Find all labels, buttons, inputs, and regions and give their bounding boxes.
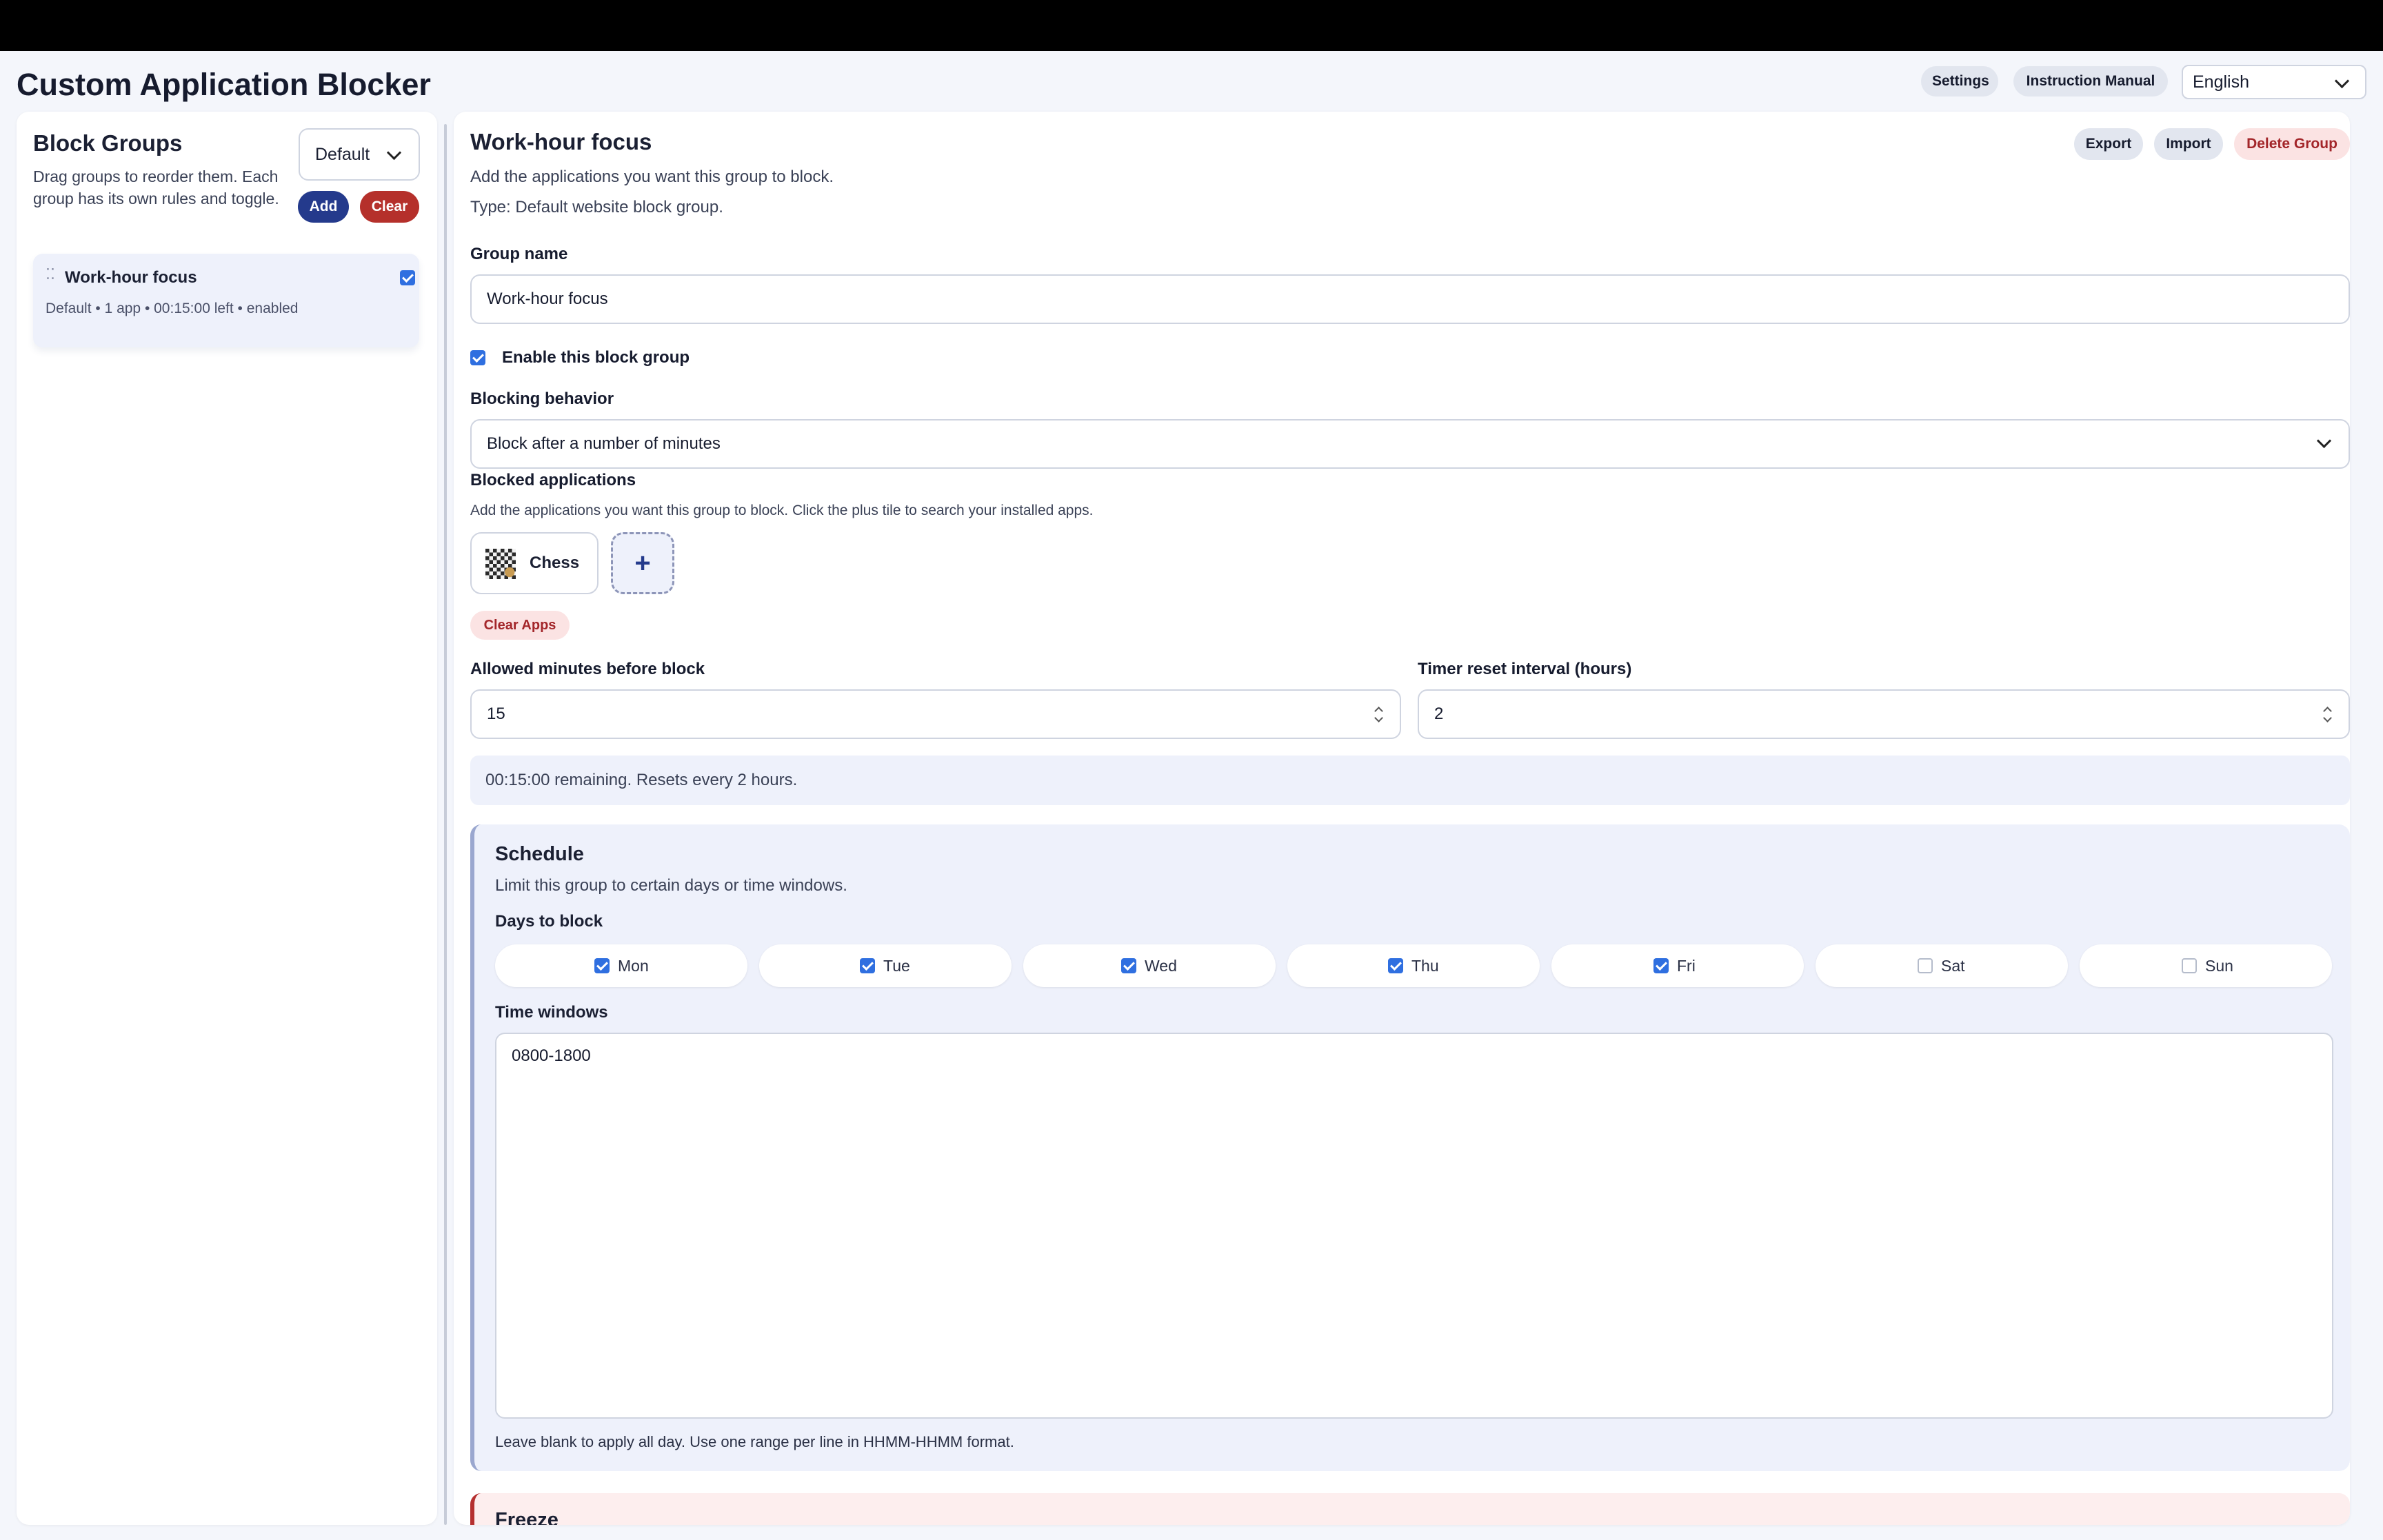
blocking-behavior-label: Blocking behavior: [470, 389, 614, 408]
clear-apps-button[interactable]: Clear Apps: [470, 611, 570, 640]
day-toggle-thu[interactable]: Thu: [1287, 944, 1540, 987]
schedule-section: Schedule Limit this group to certain day…: [470, 824, 2350, 1471]
day-label: Thu: [1411, 957, 1439, 975]
days-label: Days to block: [495, 912, 603, 931]
import-button[interactable]: Import: [2154, 128, 2223, 160]
chevron-down-icon: [386, 145, 402, 161]
day-checkbox[interactable]: [1653, 958, 1669, 973]
time-windows-help: Leave blank to apply all day. Use one ra…: [495, 1433, 1014, 1450]
chevron-down-icon: [2334, 73, 2350, 89]
group-subtitle: Add the applications you want this group…: [470, 168, 834, 186]
number-stepper-icon[interactable]: [1374, 705, 1383, 724]
group-card[interactable]: ⁚⁚ Work-hour focus Default • 1 app • 00:…: [33, 254, 419, 347]
time-windows-value: 0800-1800: [512, 1046, 591, 1065]
group-title: Work-hour focus: [470, 129, 652, 154]
timer-status: 00:15:00 remaining. Resets every 2 hours…: [470, 756, 2350, 805]
time-windows-textarea[interactable]: 0800-1800: [495, 1033, 2333, 1419]
blocked-apps-label: Blocked applications: [470, 471, 636, 489]
group-type-select[interactable]: Default: [299, 128, 420, 181]
blocked-apps-help: Add the applications you want this group…: [470, 503, 1094, 518]
day-label: Sat: [1941, 957, 1965, 975]
instruction-manual-button[interactable]: Instruction Manual: [2013, 66, 2168, 97]
add-app-tile[interactable]: +: [611, 532, 674, 594]
allowed-minutes-value: 15: [487, 705, 505, 723]
time-windows-label: Time windows: [495, 1003, 608, 1022]
allowed-minutes-label: Allowed minutes before block: [470, 660, 705, 678]
day-label: Mon: [618, 957, 649, 975]
delete-group-button[interactable]: Delete Group: [2234, 128, 2350, 160]
export-button[interactable]: Export: [2074, 128, 2143, 160]
panel-resize-handle[interactable]: [444, 124, 447, 1525]
day-toggle-sun[interactable]: Sun: [2080, 944, 2332, 987]
block-groups-title: Block Groups: [33, 130, 183, 156]
group-type-text: Type: Default website block group.: [470, 198, 723, 216]
settings-button[interactable]: Settings: [1921, 66, 1998, 97]
chess-app-icon: [485, 549, 516, 579]
app-title: Custom Application Blocker: [17, 67, 431, 102]
day-checkbox[interactable]: [1918, 958, 1933, 973]
group-card-name: Work-hour focus: [65, 268, 197, 287]
freeze-section: Freeze: [470, 1493, 2350, 1525]
allowed-minutes-input[interactable]: 15: [470, 689, 1401, 739]
day-checkbox[interactable]: [2182, 958, 2197, 973]
group-type-value: Default: [315, 145, 370, 164]
enable-group-label: Enable this block group: [502, 348, 690, 367]
day-toggle-fri[interactable]: Fri: [1551, 944, 1804, 987]
day-toggle-tue[interactable]: Tue: [759, 944, 1012, 987]
block-groups-description: Drag groups to reorder them. Each group …: [33, 168, 279, 207]
group-enabled-checkbox[interactable]: [400, 270, 415, 285]
day-checkbox[interactable]: [1121, 958, 1136, 973]
app-chip-chess[interactable]: Chess: [470, 532, 599, 594]
timer-status-text: 00:15:00 remaining. Resets every 2 hours…: [485, 771, 798, 789]
group-editor-panel: Work-hour focus Add the applications you…: [454, 112, 2350, 1525]
reset-interval-value: 2: [1434, 705, 1444, 723]
day-checkbox[interactable]: [1388, 958, 1403, 973]
schedule-description: Limit this group to certain days or time…: [495, 876, 847, 895]
day-checkbox[interactable]: [594, 958, 610, 973]
add-group-button[interactable]: Add: [298, 191, 349, 223]
language-value: English: [2193, 72, 2249, 92]
reset-interval-label: Timer reset interval (hours): [1418, 660, 1632, 678]
block-groups-panel: Block Groups Drag groups to reorder them…: [17, 112, 437, 1525]
day-toggle-sat[interactable]: Sat: [1816, 944, 2068, 987]
freeze-title: Freeze: [495, 1509, 559, 1525]
window-top-bar: [0, 0, 2383, 51]
schedule-title: Schedule: [495, 843, 584, 865]
group-name-label: Group name: [470, 245, 568, 263]
group-card-meta: Default • 1 app • 00:15:00 left • enable…: [46, 301, 299, 316]
day-label: Wed: [1145, 957, 1177, 975]
chevron-down-icon: [2316, 433, 2332, 449]
reset-interval-input[interactable]: 2: [1418, 689, 2350, 739]
clear-groups-button[interactable]: Clear: [360, 191, 419, 223]
day-checkbox[interactable]: [860, 958, 875, 973]
day-toggle-wed[interactable]: Wed: [1023, 944, 1276, 987]
group-name-value: Work-hour focus: [487, 290, 608, 308]
group-name-input[interactable]: Work-hour focus: [470, 274, 2350, 324]
blocking-behavior-select[interactable]: Block after a number of minutes: [470, 419, 2350, 469]
number-stepper-icon[interactable]: [2322, 705, 2332, 724]
language-select[interactable]: English: [2182, 65, 2366, 99]
app-chip-name: Chess: [530, 554, 580, 572]
enable-group-checkbox[interactable]: [470, 350, 485, 365]
blocking-behavior-value: Block after a number of minutes: [487, 434, 721, 453]
day-toggle-mon[interactable]: Mon: [495, 944, 747, 987]
drag-handle-icon[interactable]: ⁚⁚: [46, 267, 55, 282]
day-label: Sun: [2205, 957, 2233, 975]
day-label: Fri: [1677, 957, 1696, 975]
plus-icon: +: [634, 548, 651, 578]
day-label: Tue: [883, 957, 910, 975]
